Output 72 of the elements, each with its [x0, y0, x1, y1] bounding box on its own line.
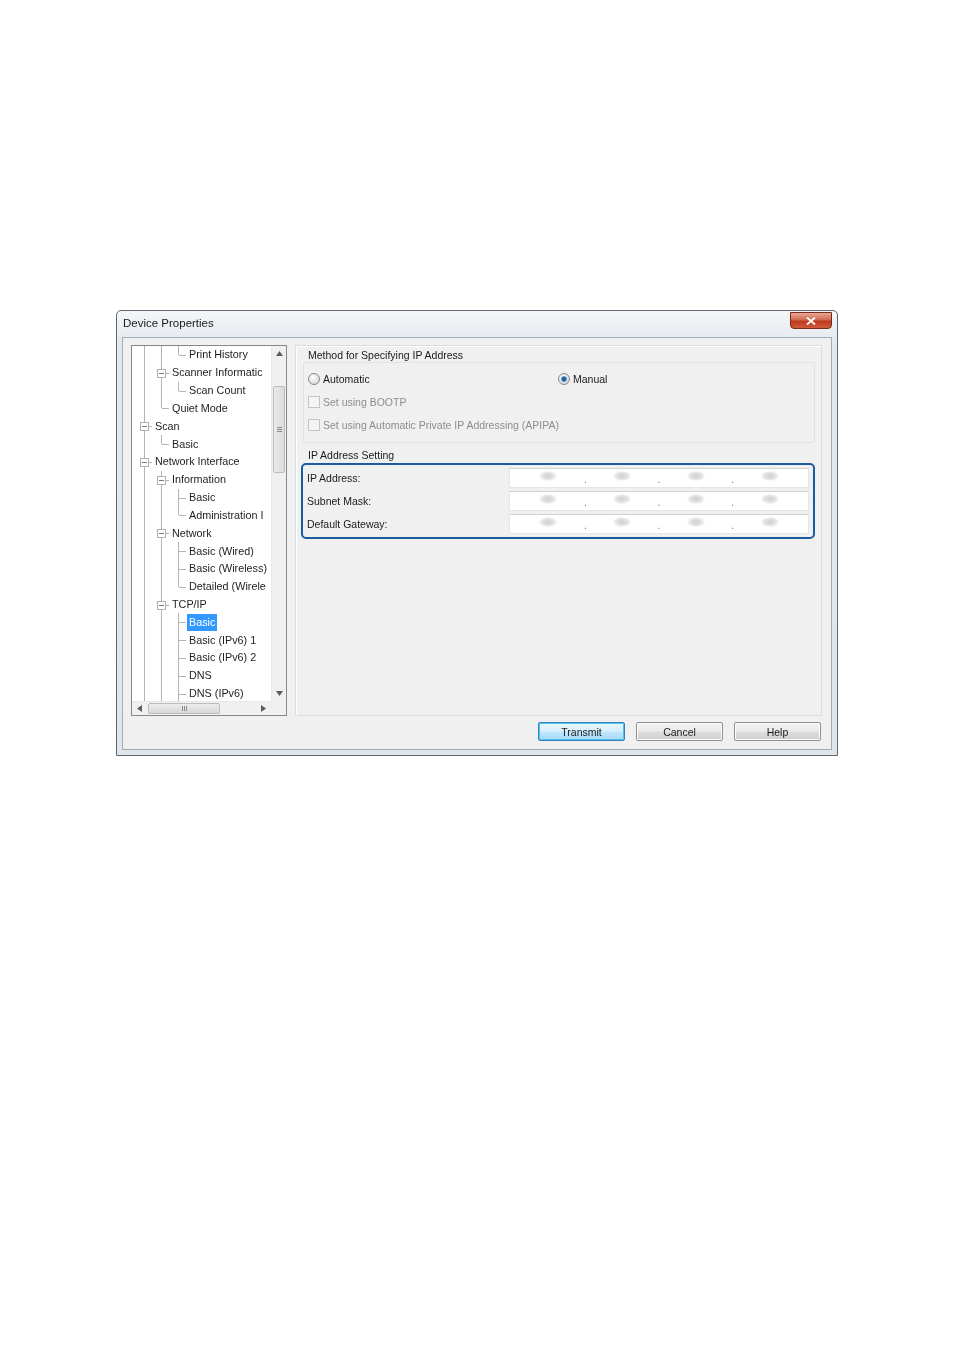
- tree-item[interactable]: Basic (Wireless): [187, 560, 269, 578]
- up-arrow-icon[interactable]: [275, 351, 283, 356]
- tree-item[interactable]: Basic (Wired): [187, 542, 256, 560]
- field-label: Subnet Mask:: [307, 494, 372, 507]
- octet-separator: .: [583, 519, 587, 531]
- close-button[interactable]: [790, 312, 832, 329]
- blurred-number-icon: [760, 471, 779, 481]
- blurred-number-icon: [613, 494, 632, 504]
- tree-item[interactable]: Information: [170, 471, 228, 489]
- dialog-button[interactable]: Help: [734, 722, 821, 741]
- collapse-icon[interactable]: [157, 368, 166, 378]
- grip-icon: [276, 427, 282, 432]
- field-label: Default Gateway:: [307, 517, 388, 530]
- tree-item[interactable]: Scan Count: [187, 382, 248, 400]
- tree-item[interactable]: Detailed (Wirele: [187, 578, 268, 596]
- tree-item[interactable]: Print History: [187, 346, 250, 364]
- blurred-number-icon: [613, 517, 632, 527]
- tree-item[interactable]: Network Interface: [153, 453, 242, 471]
- octet-separator: .: [731, 519, 735, 531]
- radio-option[interactable]: Automatic: [308, 372, 370, 385]
- tree-item[interactable]: Administration I: [187, 506, 266, 524]
- left-arrow-icon[interactable]: [137, 705, 142, 712]
- octet-separator: .: [583, 496, 587, 508]
- octet-separator: .: [657, 496, 661, 508]
- collapse-icon[interactable]: [157, 600, 166, 610]
- blurred-number-icon: [539, 517, 558, 527]
- right-arrow-icon[interactable]: [261, 705, 266, 712]
- collapse-icon[interactable]: [157, 475, 166, 485]
- down-arrow-icon[interactable]: [275, 691, 283, 696]
- scrollbar-thumb[interactable]: [148, 703, 220, 714]
- radio-option[interactable]: Manual: [558, 372, 608, 385]
- section-title: IP Address Setting: [308, 448, 395, 462]
- vertical-scrollbar[interactable]: [271, 346, 286, 701]
- field-label: IP Address:: [307, 471, 361, 484]
- octet-separator: .: [657, 473, 661, 485]
- tree-item[interactable]: Basic (IPv6) 2: [187, 649, 259, 667]
- tree-item[interactable]: Quiet Mode: [170, 399, 230, 417]
- octet-separator: .: [731, 473, 735, 485]
- tree-item[interactable]: Basic (IPv6) 1: [187, 631, 259, 649]
- blurred-number-icon: [613, 471, 632, 481]
- collapse-icon[interactable]: [157, 529, 166, 539]
- dialog-button[interactable]: Cancel: [636, 722, 723, 741]
- tree-item[interactable]: Network: [170, 524, 214, 542]
- tree-item[interactable]: Scan: [153, 417, 182, 435]
- horizontal-scrollbar[interactable]: [132, 701, 271, 715]
- blurred-number-icon: [760, 517, 779, 527]
- tree-item[interactable]: DNS (IPv6): [187, 685, 246, 701]
- collapse-icon[interactable]: [140, 457, 149, 467]
- octet-separator: .: [583, 473, 587, 485]
- ip-address-field[interactable]: . . .: [509, 490, 809, 511]
- collapse-icon[interactable]: [140, 422, 149, 432]
- tree-item[interactable]: TCP/IP: [170, 596, 209, 613]
- tree-item[interactable]: Basic: [187, 489, 218, 507]
- octet-separator: .: [731, 496, 735, 508]
- octet-separator: .: [657, 519, 661, 531]
- blurred-number-icon: [539, 471, 558, 481]
- blurred-number-icon: [760, 494, 779, 504]
- tree-item[interactable]: Scanner Informatic: [170, 364, 265, 382]
- window-title: Device Properties: [122, 316, 214, 329]
- grip-icon: [181, 706, 187, 711]
- dialog-button[interactable]: Transmit: [538, 722, 625, 741]
- blurred-number-icon: [686, 471, 705, 481]
- blurred-number-icon: [686, 494, 705, 504]
- scrollbar-thumb[interactable]: [273, 386, 285, 473]
- blurred-number-icon: [539, 494, 558, 504]
- tree-item[interactable]: DNS: [187, 667, 214, 685]
- ip-address-field[interactable]: . . .: [509, 467, 809, 488]
- blurred-number-icon: [686, 517, 705, 527]
- section-title: Method for Specifying IP Address: [308, 348, 464, 362]
- tree-item[interactable]: Basic: [170, 435, 201, 453]
- ip-address-field[interactable]: . . .: [509, 513, 809, 534]
- close-icon: [806, 316, 816, 325]
